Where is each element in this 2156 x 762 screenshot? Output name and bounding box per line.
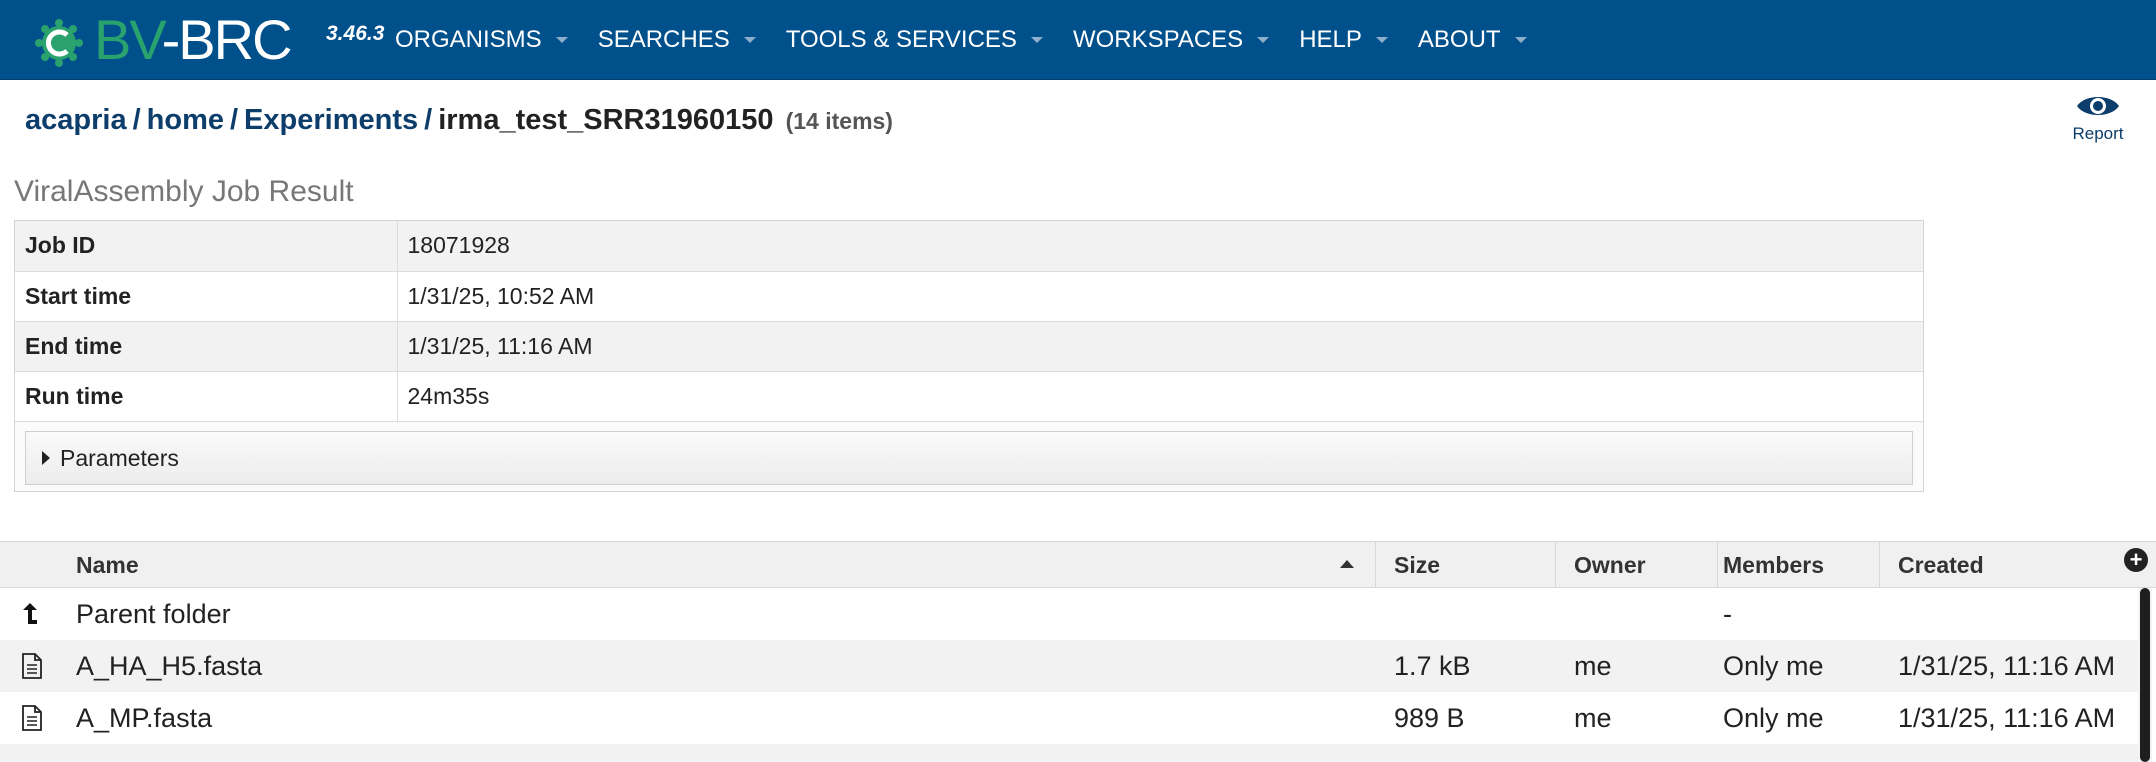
add-column-icon[interactable]: + [2124,548,2148,572]
breadcrumb-separator: / [132,104,141,136]
row-members: - [1723,598,1732,629]
caret-down-icon [743,37,756,43]
table-row-parent-folder[interactable]: Parent folder - [0,588,2140,640]
nav-help[interactable]: HELP [1299,26,1388,54]
item-count: (14 items) [785,108,893,134]
start-time-label: Start time [15,271,398,322]
table-row[interactable]: A_MP.fasta 989 B me Only me 1/31/25, 11:… [0,692,2140,744]
nav-about[interactable]: ABOUT [1418,26,1527,54]
caret-down-icon [1257,37,1270,43]
row-owner: me [1574,702,1612,733]
run-time-label: Run time [15,371,398,422]
breadcrumb: acapria / home / Experiments / irma_test_SRR31… [25,104,893,137]
job-info-row: Job ID 18071928 [15,221,1923,272]
breadcrumb-home[interactable]: home [147,104,224,136]
row-size: 1.7 kB [1394,650,1471,681]
breadcrumb-current-folder: irma_test_SRR31960150 [438,104,774,136]
job-info-row: End time 1/31/25, 11:16 AM [15,321,1923,372]
column-header-size[interactable]: Size [1394,542,1440,588]
row-owner: me [1574,650,1612,681]
nav-organisms-label: ORGANISMS [395,26,542,53]
job-id-label: Job ID [15,221,398,272]
parameters-label: Parameters [60,444,179,471]
job-info-row: Run time 24m35s [15,371,1923,422]
breadcrumb-experiments[interactable]: Experiments [244,104,418,136]
start-time-value: 1/31/25, 10:52 AM [397,271,1923,322]
breadcrumb-acapria[interactable]: acapria [25,104,127,136]
column-header-created[interactable]: Created [1898,542,1984,588]
nav-help-label: HELP [1299,26,1362,53]
logo-mark-icon [35,19,83,67]
column-divider[interactable] [1555,542,1556,588]
job-info-table: Job ID 18071928 Start time 1/31/25, 10:5… [15,221,1923,422]
run-time-value: 24m35s [397,371,1923,422]
logo-wordmark: BV-BRC [94,12,293,68]
sort-ascending-icon[interactable] [1340,560,1354,568]
column-divider[interactable] [1375,542,1376,588]
breadcrumb-separator: / [229,104,239,136]
column-divider[interactable] [1717,542,1718,588]
app-version: 3.46.3 [326,22,385,45]
report-button[interactable]: Report [2060,90,2136,144]
nav-workspaces[interactable]: WORKSPACES [1072,26,1270,54]
row-name: Parent folder [76,598,231,629]
nav-tools-services-label: TOOLS & SERVICES [785,26,1017,53]
end-time-label: End time [15,321,398,372]
file-grid: Name Size Owner Members Created + Parent… [0,541,2156,762]
row-created: 1/31/25, 11:16 AM [1898,702,2116,733]
main-nav: ORGANISMS SEARCHES TOOLS & SERVICES WORK… [395,0,1557,80]
caret-down-icon [1030,37,1043,43]
row-created: 1/31/25, 11:16 AM [1898,650,2116,681]
eye-icon [2077,97,2119,115]
table-row[interactable]: A_HA_H5.fasta 1.7 kB me Only me 1/31/25,… [0,640,2140,692]
row-name: A_MP.fasta [76,702,213,733]
caret-down-icon [1514,37,1527,43]
file-icon [22,653,42,679]
nav-about-label: ABOUT [1417,26,1501,53]
grid-scrollbar[interactable] [2138,588,2152,762]
job-id-value: 18071928 [397,221,1923,272]
row-name: A_HA_H5.fasta [76,650,263,681]
logo-bv: BV [94,8,164,71]
top-navigation-bar: BV-BRC 3.46.3 ORGANISMS SEARCHES TOOLS &… [0,0,2156,80]
nav-workspaces-label: WORKSPACES [1072,26,1244,53]
logo-brc: -BRC [161,8,293,71]
grid-header: Name Size Owner Members Created + [0,541,2156,588]
parent-folder-icon [23,603,37,624]
scrollbar-thumb[interactable] [2140,588,2150,762]
column-divider[interactable] [1879,542,1880,588]
caret-down-icon [1375,37,1388,43]
job-info-row: Start time 1/31/25, 10:52 AM [15,271,1923,322]
bvbrc-logo[interactable]: BV-BRC 3.46.3 [30,12,384,68]
row-members: Only me [1723,702,1824,733]
nav-organisms[interactable]: ORGANISMS [395,26,568,54]
parameters-toggle[interactable]: Parameters [25,431,1913,485]
end-time-value: 1/31/25, 11:16 AM [397,321,1923,372]
nav-searches[interactable]: SEARCHES [598,26,756,54]
row-members: Only me [1723,650,1824,681]
job-result-title: ViralAssembly Job Result [14,175,354,208]
file-icon [22,705,42,731]
breadcrumb-separator: / [424,104,433,136]
table-row-partial[interactable] [0,744,2140,762]
row-size: 989 B [1394,702,1465,733]
column-header-owner[interactable]: Owner [1574,542,1646,588]
caret-down-icon [555,37,568,43]
column-header-name[interactable]: Name [76,542,139,588]
report-label: Report [2072,124,2124,143]
job-result-panel: Job ID 18071928 Start time 1/31/25, 10:5… [14,220,1924,492]
caret-right-icon [42,451,50,465]
nav-tools-services[interactable]: TOOLS & SERVICES [786,26,1043,54]
nav-searches-label: SEARCHES [597,26,730,53]
column-header-members[interactable]: Members [1723,542,1824,588]
